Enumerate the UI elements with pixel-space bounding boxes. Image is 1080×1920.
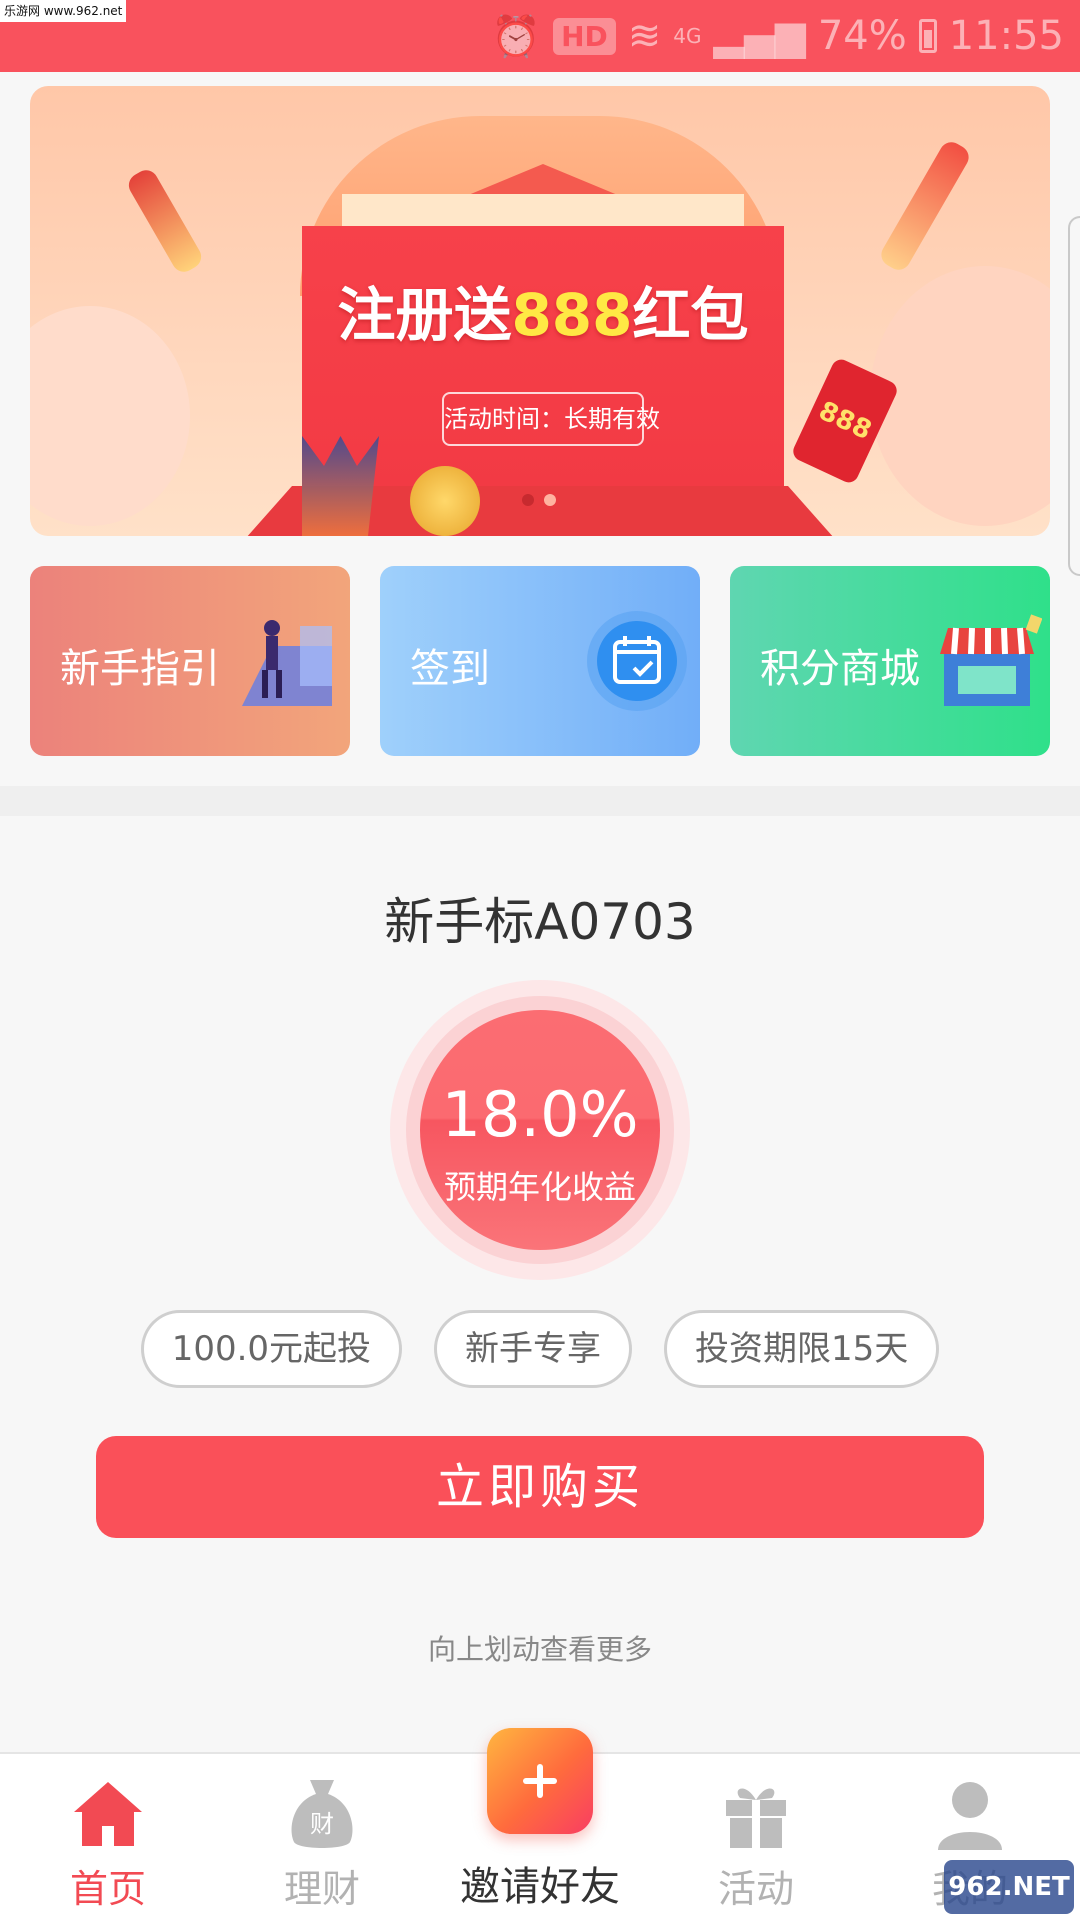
product-tags: 100.0元起投 新手专享 投资期限15天 <box>0 1310 1080 1388</box>
money-bag-icon: 财 <box>291 1780 353 1848</box>
tag-min-investment: 100.0元起投 <box>140 1310 403 1388</box>
nav-label: 活动 <box>717 1867 794 1911</box>
side-drawer-handle[interactable] <box>1068 216 1080 576</box>
card-points-mall[interactable]: 积分商城 <box>730 566 1050 756</box>
card-label: 新手指引 <box>60 646 220 692</box>
card-label: 签到 <box>410 646 490 692</box>
gift-icon <box>726 1788 786 1848</box>
firework-icon <box>124 165 206 277</box>
nav-activity[interactable]: 活动 <box>656 1754 856 1920</box>
carousel-dot-active[interactable] <box>522 494 534 506</box>
carousel-indicator <box>522 494 556 506</box>
rate-circle-ring: 18.0% 预期年化收益 <box>406 996 674 1264</box>
clock: 11:55 <box>948 13 1064 59</box>
feature-cards: 新手指引 签到 积分商城 <box>30 566 1050 756</box>
site-watermark: 乐游网 www.962.net <box>0 0 127 22</box>
tag-term: 投资期限15天 <box>664 1310 940 1388</box>
nav-label: 首页 <box>69 1867 146 1911</box>
shop-icon <box>940 614 1042 706</box>
battery-icon <box>918 19 937 53</box>
card-newbie-guide[interactable]: 新手指引 <box>30 566 350 756</box>
headline-number: 888 <box>511 281 633 349</box>
cloud-decoration <box>30 306 190 526</box>
nav-invite-friends[interactable]: 邀请好友 <box>440 1728 640 1920</box>
rate-circle-core: 18.0% 预期年化收益 <box>420 1010 660 1250</box>
carousel-dot[interactable] <box>544 494 556 506</box>
user-icon <box>938 1782 1002 1850</box>
nav-home[interactable]: 首页 <box>8 1754 208 1920</box>
signal-icon: ▂▄▆ <box>713 13 806 59</box>
buy-now-button[interactable]: 立即购买 <box>96 1436 984 1538</box>
expected-rate-label: 预期年化收益 <box>443 1168 636 1206</box>
plus-icon[interactable] <box>487 1728 593 1834</box>
calendar-check-icon <box>587 611 687 711</box>
headline-suffix: 红包 <box>632 281 749 349</box>
site-watermark-logo: 962.NET <box>944 1860 1074 1914</box>
status-icons: ⏰ HD ≋ 4G ▂▄▆ 74% 11:55 <box>491 10 1064 62</box>
card-label: 积分商城 <box>760 646 920 692</box>
scroll-more-hint: 向上划动查看更多 <box>427 1633 652 1666</box>
banner-headline: 注册送888红包 <box>302 268 784 352</box>
firework-icon <box>877 137 973 275</box>
cloud-decoration <box>870 266 1050 526</box>
battery-percent: 74% <box>817 13 907 59</box>
home-icon <box>74 1782 142 1846</box>
nav-finance[interactable]: 财 理财 <box>222 1754 422 1920</box>
product-title: 新手标A0703 <box>384 893 696 951</box>
activity-period: 活动时间：长期有效 <box>442 392 660 446</box>
coins-icon <box>410 466 480 536</box>
promo-banner[interactable]: 888 注册送888红包 活动时间：长期有效 <box>30 86 1050 536</box>
bottom-nav: 首页 财 理财 邀请好友 活动 我的 962.NET <box>0 1728 1080 1920</box>
card-checkin[interactable]: 签到 <box>380 566 700 756</box>
section-divider <box>0 786 1080 816</box>
status-bar: 乐游网 www.962.net ⏰ HD ≋ 4G ▂▄▆ 74% 11:55 <box>0 0 1080 72</box>
wifi-icon: ≋ <box>627 13 662 59</box>
nav-label: 邀请好友 <box>460 1864 620 1910</box>
headline-prefix: 注册送 <box>337 281 512 349</box>
guide-illustration-icon <box>242 620 332 706</box>
tag-newbie-exclusive: 新手专享 <box>434 1310 633 1388</box>
hd-badge: HD <box>553 17 616 55</box>
svg-text:财: 财 <box>310 1810 334 1838</box>
rate-circle: 18.0% 预期年化收益 <box>390 980 690 1280</box>
nav-label: 理财 <box>283 1867 360 1911</box>
alarm-icon: ⏰ <box>491 13 542 60</box>
expected-rate: 18.0% <box>441 1078 639 1151</box>
network-type: 4G <box>673 24 702 48</box>
